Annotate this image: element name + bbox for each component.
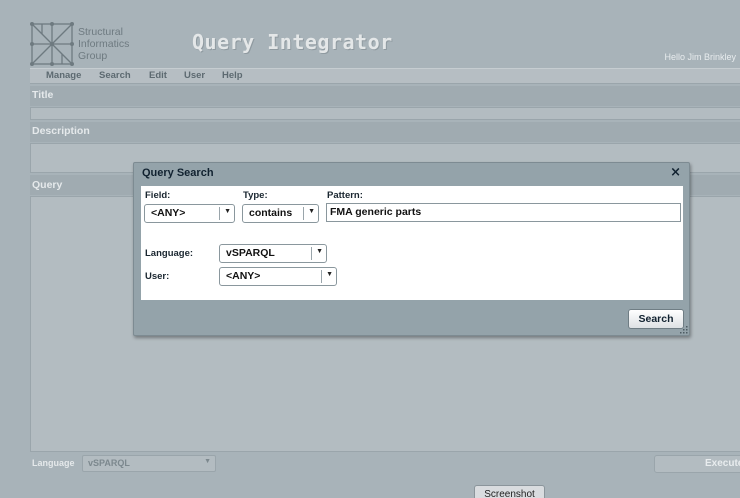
- title-label: Title: [32, 89, 54, 101]
- dialog-body: Field: <ANY> ▼ Type: contains ▼ Pattern:…: [141, 186, 683, 300]
- language-label: Language:: [145, 248, 194, 259]
- menu-bar: Manage Search Edit User Help: [30, 68, 740, 84]
- org-name-line: Structural: [78, 26, 123, 38]
- chevron-down-icon: ▼: [326, 271, 333, 278]
- user-select[interactable]: <ANY> ▼: [219, 267, 337, 286]
- dialog-title: Query Search: [142, 167, 214, 179]
- user-greeting: Hello Jim Brinkley: [664, 52, 736, 62]
- search-button[interactable]: Search: [628, 309, 684, 329]
- menu-item-manage[interactable]: Manage: [46, 70, 81, 81]
- field-select-value: <ANY>: [151, 207, 186, 219]
- chevron-down-icon: ▼: [224, 208, 231, 215]
- field-label: Field:: [145, 190, 171, 201]
- type-label: Type:: [243, 190, 268, 201]
- language-select[interactable]: vSPARQL ▼: [219, 244, 327, 263]
- language-label: Language: [32, 458, 75, 468]
- resize-grip-icon[interactable]: [680, 326, 688, 334]
- select-divider: [219, 207, 220, 220]
- query-search-dialog: Query Search × Field: <ANY> ▼ Type: cont…: [133, 162, 690, 336]
- title-section-bar: [30, 86, 740, 106]
- screenshot-button[interactable]: Screenshot: [474, 485, 545, 498]
- user-select-value: <ANY>: [226, 270, 261, 282]
- menu-item-edit[interactable]: Edit: [149, 70, 167, 81]
- chevron-down-icon: ▼: [204, 458, 211, 465]
- type-select[interactable]: contains ▼: [242, 204, 319, 223]
- select-divider: [303, 207, 304, 220]
- org-name: Structural Informatics Group: [78, 26, 129, 62]
- query-label: Query: [32, 179, 63, 191]
- select-divider: [311, 247, 312, 260]
- language-select[interactable]: vSPARQL ▼: [82, 455, 216, 472]
- close-icon[interactable]: ×: [670, 165, 681, 180]
- menu-item-search[interactable]: Search: [99, 70, 131, 81]
- language-select-value: vSPARQL: [88, 458, 130, 468]
- chevron-down-icon: ▼: [308, 208, 315, 215]
- language-select-value: vSPARQL: [226, 247, 275, 259]
- sig-logo-icon: [30, 22, 74, 66]
- pattern-input[interactable]: FMA generic parts: [326, 203, 681, 222]
- select-divider: [321, 270, 322, 283]
- description-label: Description: [32, 125, 90, 137]
- user-label: User:: [145, 271, 170, 282]
- pattern-label: Pattern:: [327, 190, 363, 201]
- execute-button[interactable]: Execute: [654, 455, 740, 473]
- field-select[interactable]: <ANY> ▼: [144, 204, 235, 223]
- org-name-line: Informatics: [78, 38, 130, 50]
- type-select-value: contains: [249, 207, 293, 219]
- menu-item-user[interactable]: User: [184, 70, 205, 81]
- menu-item-help[interactable]: Help: [222, 70, 243, 81]
- description-section-bar: [30, 122, 740, 142]
- org-name-line: Group: [78, 50, 108, 62]
- title-field[interactable]: [30, 107, 740, 120]
- app-title: Query Integrator: [192, 30, 393, 54]
- chevron-down-icon: ▼: [316, 248, 323, 255]
